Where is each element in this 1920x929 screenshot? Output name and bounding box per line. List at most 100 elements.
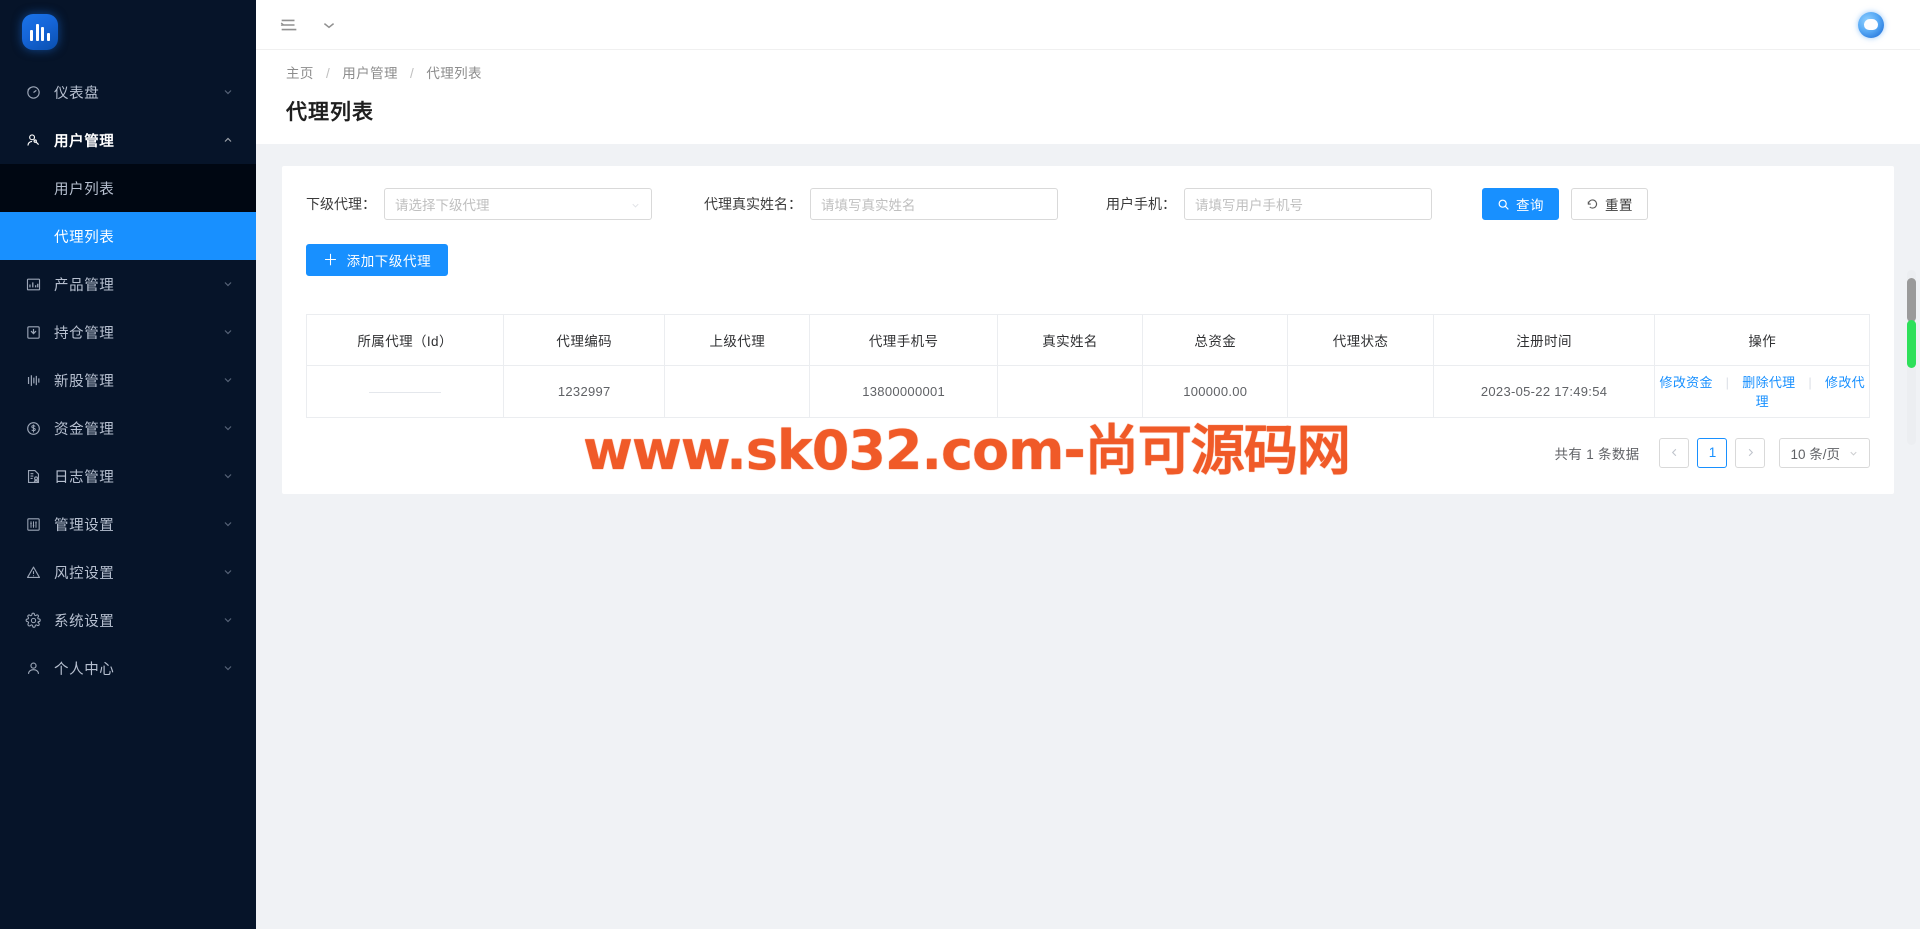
reset-button[interactable]: 重置 (1571, 188, 1648, 220)
app-logo-bars-icon (22, 14, 58, 50)
reset-button-label: 重置 (1605, 198, 1633, 213)
sidebar-item-position-management[interactable]: 持仓管理 (0, 308, 256, 356)
action-divider: | (1725, 375, 1730, 390)
pagination-next-button[interactable] (1735, 437, 1766, 468)
add-sub-agent-button[interactable]: ＋ 添加下级代理 (306, 244, 449, 276)
table-header-row: 所属代理（Id） 代理编码 上级代理 代理手机号 真实姓名 总资金 代理状态 注… (307, 315, 1869, 366)
plus-icon: ＋ (323, 251, 339, 269)
th-agent-code: 代理编码 (503, 315, 666, 366)
sidebar-item-system-settings[interactable]: 系统设置 (0, 596, 256, 644)
phone-input-placeholder: 请填写用户手机号 (1195, 198, 1303, 213)
content-area: 下级代理： 请选择下级代理 代理真实姓名： 请填写真实姓名 用户手机： 请填写用… (256, 144, 1920, 494)
gear-icon (24, 611, 42, 629)
breadcrumb-item-user-management[interactable]: 用户管理 (342, 66, 398, 81)
filter-realname-label: 代理真实姓名： (704, 196, 802, 212)
sidebar-item-personal-center[interactable]: 个人中心 (0, 644, 256, 692)
sidebar-item-product-management[interactable]: 产品管理 (0, 260, 256, 308)
settings-sliders-icon (24, 515, 42, 533)
sidebar-item-admin-settings[interactable]: 管理设置 (0, 500, 256, 548)
money-circle-icon (24, 419, 42, 437)
action-delete-agent[interactable]: 删除代理 (1742, 375, 1795, 390)
reset-icon (1586, 198, 1599, 211)
search-button-label: 查询 (1516, 198, 1544, 213)
dashboard-icon (24, 83, 42, 101)
product-chart-icon (24, 275, 42, 293)
chevron-down-icon (222, 470, 234, 482)
chevron-down-icon (222, 614, 234, 626)
pagination-page-1[interactable]: 1 (1697, 437, 1728, 468)
logo[interactable] (0, 0, 256, 64)
position-box-icon (24, 323, 42, 341)
sidebar-subitem-agent-list[interactable]: 代理列表 (0, 212, 256, 260)
sidebar-item-label: 个人中心 (54, 661, 115, 678)
phone-input[interactable]: 请填写用户手机号 (1184, 188, 1432, 220)
chevron-down-icon (222, 278, 234, 290)
filter-phone-label: 用户手机： (1106, 196, 1176, 212)
sidebar-item-fund-management[interactable]: 资金管理 (0, 404, 256, 452)
sidebar-menu: 仪表盘 用户管理 用户列表 代理列表 产品管理 持仓管理 新股管理 资金管理 日… (0, 64, 256, 692)
sidebar-item-new-stock-management[interactable]: 新股管理 (0, 356, 256, 404)
empty-dash (369, 391, 442, 393)
breadcrumb: 主页 / 用户管理 / 代理列表 (286, 62, 1920, 82)
sidebar-item-label: 风控设置 (54, 565, 115, 582)
search-icon (1497, 198, 1510, 211)
breadcrumb-separator: / (325, 66, 331, 81)
th-owner-agent: 所属代理（Id） (307, 315, 505, 366)
sidebar-submenu-user-management: 用户列表 代理列表 (0, 164, 256, 260)
realname-input-placeholder: 请填写真实姓名 (821, 198, 916, 213)
agent-select-placeholder: 请选择下级代理 (395, 198, 490, 213)
table-row: 1232997 13800000001 100000.00 2023-05-22… (307, 365, 1869, 418)
action-modify-funds[interactable]: 修改资金 (1660, 375, 1713, 390)
agent-select[interactable]: 请选择下级代理 (384, 188, 652, 220)
th-real-name: 真实姓名 (997, 315, 1144, 366)
chevron-down-icon (222, 86, 234, 98)
scrollbar-thumb-lower[interactable] (1907, 320, 1916, 368)
action-divider: | (1808, 375, 1813, 390)
sidebar-subitem-user-list[interactable]: 用户列表 (0, 164, 256, 212)
page-header: 主页 / 用户管理 / 代理列表 代理列表 (256, 50, 1920, 144)
pagination-total: 共有 1 条数据 (1554, 446, 1640, 462)
agent-list-card: 下级代理： 请选择下级代理 代理真实姓名： 请填写真实姓名 用户手机： 请填写用… (282, 166, 1894, 494)
chevron-right-icon (1748, 448, 1754, 457)
chevron-up-icon (222, 134, 234, 146)
sidebar: 仪表盘 用户管理 用户列表 代理列表 产品管理 持仓管理 新股管理 资金管理 日… (0, 0, 256, 929)
vertical-scrollbar[interactable] (1907, 270, 1916, 445)
user-avatar-icon[interactable] (1858, 11, 1884, 38)
sidebar-item-label: 仪表盘 (54, 85, 100, 102)
chevron-down-icon (222, 422, 234, 434)
scrollbar-thumb-upper[interactable] (1907, 278, 1916, 322)
add-sub-agent-label: 添加下级代理 (346, 254, 432, 269)
cell-agent-code: 1232997 (503, 365, 666, 418)
th-actions: 操作 (1654, 315, 1869, 366)
th-agent-phone: 代理手机号 (809, 315, 998, 366)
list-collapse-icon[interactable] (278, 14, 300, 36)
sidebar-item-user-management[interactable]: 用户管理 (0, 116, 256, 164)
pagination-prev-button[interactable] (1659, 437, 1690, 468)
chevron-down-icon (630, 199, 641, 210)
page-title: 代理列表 (286, 101, 374, 124)
sidebar-item-label: 新股管理 (54, 373, 115, 390)
sidebar-item-dashboard[interactable]: 仪表盘 (0, 68, 256, 116)
th-total-funds: 总资金 (1142, 315, 1289, 366)
cell-owner-agent (307, 365, 505, 418)
app-root: 仪表盘 用户管理 用户列表 代理列表 产品管理 持仓管理 新股管理 资金管理 日… (0, 0, 1920, 929)
cell-real-name (997, 365, 1144, 418)
filter-realname-group: 代理真实姓名： 请填写真实姓名 (704, 188, 1058, 220)
chevron-down-icon[interactable] (318, 14, 340, 36)
chevron-down-icon (222, 662, 234, 674)
page-size-select[interactable]: 10 条/页 (1779, 437, 1870, 468)
sidebar-item-log-management[interactable]: 日志管理 (0, 452, 256, 500)
cell-register-time: 2023-05-22 17:49:54 (1433, 365, 1656, 418)
main-area: 主页 / 用户管理 / 代理列表 代理列表 下级代理： 请选择下级代理 代理真实… (256, 0, 1920, 929)
search-button[interactable]: 查询 (1482, 188, 1559, 220)
realname-input[interactable]: 请填写真实姓名 (810, 188, 1058, 220)
filter-agent-group: 下级代理： 请选择下级代理 (306, 188, 652, 220)
sidebar-item-risk-settings[interactable]: 风控设置 (0, 548, 256, 596)
chevron-down-icon (222, 374, 234, 386)
sidebar-subitem-label: 用户列表 (54, 181, 115, 198)
breadcrumb-item-home[interactable]: 主页 (286, 66, 314, 81)
cell-agent-phone: 13800000001 (809, 365, 998, 418)
chevron-down-icon (222, 518, 234, 530)
sidebar-subitem-label: 代理列表 (54, 229, 115, 246)
th-agent-status: 代理状态 (1287, 315, 1434, 366)
